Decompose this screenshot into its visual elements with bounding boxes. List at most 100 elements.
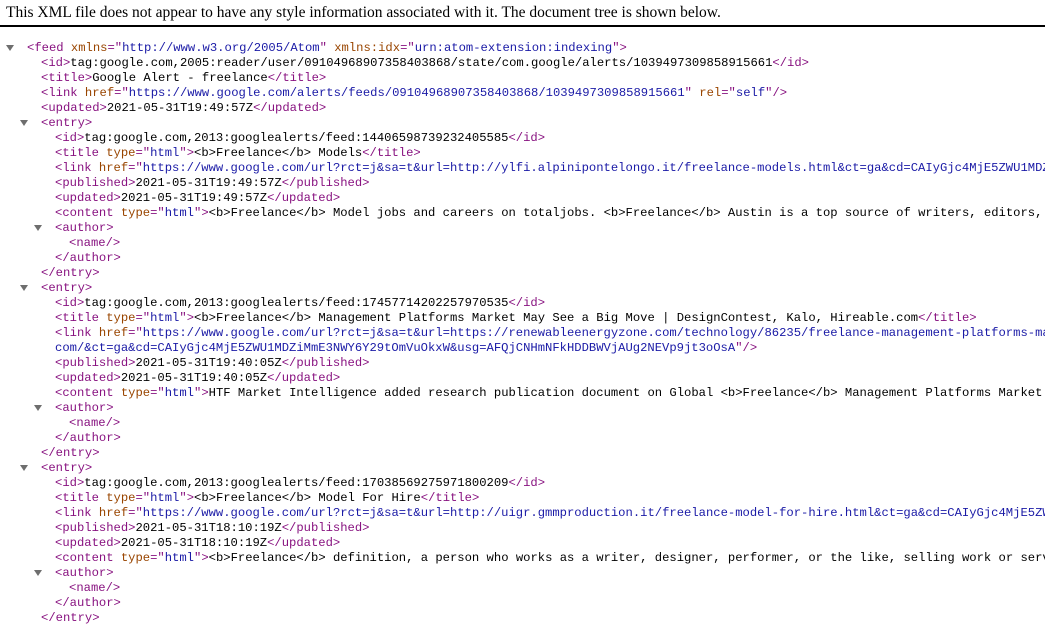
xml-line: <updated>2021-05-31T19:49:57Z</updated> [0, 101, 1045, 116]
xml-token: "> [179, 311, 195, 325]
xml-token: self [735, 86, 766, 100]
xml-line: <title type="html"><b>Freelance</b> Mode… [0, 491, 1045, 506]
xml-token: com/&ct=ga&cd=CAIyGjc4MjE5ZWU1MDZiMmE3NW… [55, 341, 736, 355]
xml-line: <link href="https://www.google.com/url?r… [0, 326, 1045, 341]
xml-token: </published> [281, 356, 370, 370]
collapse-toggle-icon[interactable] [34, 570, 42, 576]
xml-token: =" [128, 506, 143, 520]
xml-token: xmlns [70, 41, 108, 55]
xml-token: <feed [27, 41, 71, 55]
xml-line: <title type="html"><b>Freelance</b> Mana… [0, 311, 1045, 326]
xml-token: <entry> [41, 116, 93, 130]
xml-line: <author> [0, 566, 1045, 581]
xml-line: <title type="html"><b>Freelance</b> Mode… [0, 146, 1045, 161]
xml-token: </author> [55, 596, 121, 610]
xml-token: href [98, 326, 129, 340]
xml-token: </author> [55, 431, 121, 445]
collapse-toggle-icon[interactable] [20, 120, 28, 126]
xml-line: <link href="https://www.google.com/url?r… [0, 506, 1045, 521]
xml-token: <content [55, 551, 121, 565]
xml-token: " [319, 41, 335, 55]
xml-token: <link [55, 506, 99, 520]
xml-token: =" [150, 206, 165, 220]
xml-line: <name/> [0, 416, 1045, 431]
xml-line: <entry> [0, 116, 1045, 131]
xml-token: "> [612, 41, 627, 55]
collapse-toggle-icon[interactable] [6, 45, 14, 51]
xml-token: </updated> [267, 191, 341, 205]
xml-token: </entry> [41, 611, 100, 625]
xml-token: tag:google.com,2013:googlealerts/feed:14… [84, 131, 509, 145]
xml-token: type [106, 311, 136, 325]
xml-line: <content type="html">HTF Market Intellig… [0, 386, 1045, 401]
xml-token: </entry> [41, 266, 100, 280]
xml-token: </published> [281, 521, 370, 535]
xml-token: " [684, 86, 700, 100]
xml-token: href [98, 506, 129, 520]
xml-token: html [150, 491, 180, 505]
xml-token: xmlns:idx [334, 41, 401, 55]
xml-token: type [106, 491, 136, 505]
xml-token: 2021-05-31T19:40:05Z [135, 356, 282, 370]
xml-token: 2021-05-31T18:10:19Z [135, 521, 282, 535]
xml-token: =" [107, 41, 123, 55]
xml-token: <b>Freelance</b> Model For Hire [194, 491, 421, 505]
collapse-toggle-icon[interactable] [20, 285, 28, 291]
xml-token: href [84, 86, 115, 100]
xml-token: <name/> [69, 416, 121, 430]
xml-token: <updated> [55, 536, 121, 550]
xml-token: <published> [55, 521, 136, 535]
xml-token: Google Alert - freelance [92, 71, 268, 85]
xml-line: com/&ct=ga&cd=CAIyGjc4MjE5ZWU1MDZiMmE3NW… [0, 341, 1045, 356]
xml-token: =" [135, 311, 151, 325]
collapse-toggle-icon[interactable] [20, 465, 28, 471]
xml-token: 2021-05-31T19:49:57Z [120, 191, 268, 205]
xml-token: tag:google.com,2013:googlealerts/feed:17… [84, 476, 509, 490]
xml-token: <id> [55, 476, 85, 490]
xml-token: =" [150, 551, 165, 565]
collapse-toggle-icon[interactable] [34, 405, 42, 411]
collapse-toggle-icon[interactable] [34, 225, 42, 231]
xml-token: =" [128, 326, 143, 340]
xml-token: 2021-05-31T19:49:57Z [106, 101, 254, 115]
xml-token: <content [55, 206, 121, 220]
xml-token: html [150, 311, 180, 325]
xml-token: "/> [765, 86, 788, 100]
xml-token: "> [179, 146, 195, 160]
xml-token: =" [135, 146, 151, 160]
xml-token: <updated> [41, 101, 107, 115]
xml-line: </author> [0, 431, 1045, 446]
xml-token: 2021-05-31T18:10:19Z [120, 536, 268, 550]
xml-line: <id>tag:google.com,2013:googlealerts/fee… [0, 131, 1045, 146]
xml-line: <published>2021-05-31T19:49:57Z</publish… [0, 176, 1045, 191]
xml-token: html [164, 386, 194, 400]
xml-token: <content [55, 386, 121, 400]
xml-token: <author> [55, 221, 114, 235]
xml-line: <name/> [0, 581, 1045, 596]
xml-token: <b>Freelance</b> Models [194, 146, 363, 160]
xml-token: </id> [508, 296, 546, 310]
xml-token: <b>Freelance</b> definition, a person wh… [208, 551, 1045, 565]
xml-token: 2021-05-31T19:49:57Z [135, 176, 282, 190]
xml-line: <id>tag:google.com,2005:reader/user/0910… [0, 56, 1045, 71]
xml-line: </entry> [0, 266, 1045, 281]
xml-line: <entry> [0, 461, 1045, 476]
xml-token: <updated> [55, 371, 121, 385]
xml-line: <id>tag:google.com,2013:googlealerts/fee… [0, 296, 1045, 311]
xml-token: "/> [735, 341, 758, 355]
xml-token: =" [150, 386, 165, 400]
xml-line: <feed xmlns="http://www.w3.org/2005/Atom… [0, 41, 1045, 56]
xml-token: <published> [55, 356, 136, 370]
xml-token: </updated> [267, 536, 341, 550]
xml-line: <link href="https://www.google.com/alert… [0, 86, 1045, 101]
xml-token: tag:google.com,2005:reader/user/09104968… [70, 56, 773, 70]
xml-token: </title> [362, 146, 421, 160]
xml-token: <link [55, 326, 99, 340]
xml-line: <published>2021-05-31T18:10:19Z</publish… [0, 521, 1045, 536]
xml-line: <content type="html"><b>Freelance</b> de… [0, 551, 1045, 566]
xml-token: <title> [41, 71, 93, 85]
xml-token: "> [194, 386, 209, 400]
xml-token: <title [55, 491, 107, 505]
xml-token: </title> [918, 311, 977, 325]
xml-token: <name/> [69, 581, 121, 595]
